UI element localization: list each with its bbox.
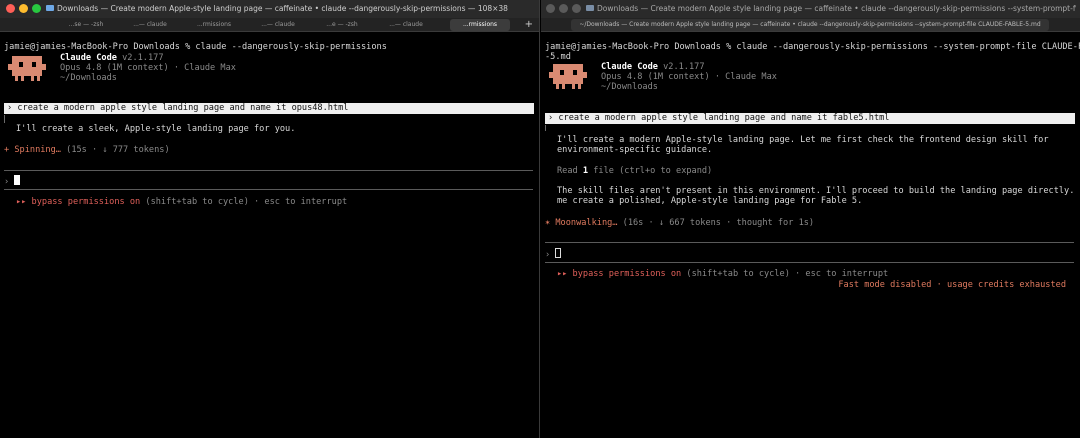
zoom-button[interactable] (572, 4, 581, 13)
tab[interactable]: ...rmissions (182, 19, 246, 31)
mode-label: bypass permissions on (31, 197, 141, 207)
window-title: Downloads — Create modern Apple-style la… (46, 4, 536, 13)
input-divider-bottom (545, 262, 1074, 263)
terminal-window-left[interactable]: Downloads — Create modern Apple-style la… (0, 0, 540, 438)
window-title-text: Downloads — Create modern Apple-style la… (57, 4, 508, 13)
app-version: v2.1.177 (122, 53, 164, 63)
prompt-bar (4, 115, 5, 123)
app-name: Claude Code (601, 62, 658, 72)
cwd-line: ~/Downloads (60, 73, 117, 83)
minimize-button[interactable] (19, 4, 28, 13)
tab[interactable]: ...e — -zsh (310, 19, 374, 31)
input-divider-top (4, 170, 533, 171)
mode-line: ▸▸ bypass permissions on (shift+tab to c… (16, 197, 347, 207)
window-title-text: Downloads — Create modern Apple style la… (597, 4, 1076, 13)
assistant-response: I'll create a sleek, Apple-style landing… (16, 124, 296, 134)
tool-read-line[interactable]: Read 1 file (ctrl+o to expand) (557, 166, 712, 176)
mode-hint: (shift+tab to cycle) · esc to interrupt (145, 197, 348, 207)
minimize-button[interactable] (559, 4, 568, 13)
user-prompt: › create a modern apple style landing pa… (545, 113, 1075, 124)
spinner-icon: + (4, 145, 10, 155)
new-tab-icon[interactable]: + (525, 18, 533, 31)
cwd-line: ~/Downloads (601, 82, 658, 92)
tab-active[interactable]: ...rmissions (450, 19, 510, 31)
status-meta: (15s · ↓ 777 tokens) (66, 145, 170, 155)
close-button[interactable] (6, 4, 15, 13)
read-prefix: Read (557, 166, 583, 176)
assistant-response-2a: The skill files aren't present in this e… (557, 186, 1080, 196)
bypass-mode-icon: ▸▸ (557, 269, 568, 279)
tab-bar: ~/Downloads — Create modern Apple style … (541, 18, 1080, 32)
model-line: Opus 4.8 (1M context) · Claude Max (601, 72, 777, 82)
command-line: jamie@jamies-MacBook-Pro Downloads % cla… (545, 42, 1080, 52)
status-line: ✶ Moonwalking… (16s · ↓ 667 tokens · tho… (545, 218, 814, 228)
app-header: Claude Code v2.1.177 (601, 62, 705, 72)
assistant-response-1b: environment-specific guidance. (557, 145, 713, 155)
mode-line: ▸▸ bypass permissions on (shift+tab to c… (557, 269, 888, 279)
window-title: Downloads — Create modern Apple style la… (586, 4, 1076, 13)
title-bar[interactable]: Downloads — Create modern Apple-style la… (0, 0, 539, 18)
title-bar[interactable]: Downloads — Create modern Apple style la… (541, 0, 1080, 18)
text-cursor (14, 175, 21, 185)
command-line-wrap: -5.md (545, 52, 571, 62)
command-line: jamie@jamies-MacBook-Pro Downloads % cla… (4, 42, 387, 52)
app-name: Claude Code (60, 53, 117, 63)
claude-mascot-icon (8, 54, 46, 82)
input-divider-bottom (4, 189, 533, 190)
prompt-chevron-icon: › (4, 177, 10, 187)
user-prompt: › create a modern apple style landing pa… (4, 103, 534, 114)
terminal-window-right[interactable]: Downloads — Create modern Apple style la… (541, 0, 1080, 438)
usage-notice: Fast mode disabled · usage credits exhau… (838, 280, 1066, 290)
status-word: Spinning… (14, 145, 61, 155)
tab[interactable]: ...— claude (246, 19, 310, 31)
folder-icon (46, 5, 54, 11)
input-field[interactable]: › (4, 175, 21, 187)
input-field[interactable]: › (545, 248, 562, 260)
status-word: Moonwalking… (555, 218, 618, 228)
model-line: Opus 4.8 (1M context) · Claude Max (60, 63, 236, 73)
read-suffix: file (ctrl+o to expand) (588, 166, 713, 176)
input-divider-top (545, 242, 1074, 243)
tab-active[interactable]: ~/Downloads — Create modern Apple style … (571, 19, 1049, 31)
mode-hint: (shift+tab to cycle) · esc to interrupt (686, 269, 889, 279)
app-version: v2.1.177 (663, 62, 705, 72)
assistant-response-2b: me create a polished, Apple-style landin… (557, 196, 863, 206)
zoom-button[interactable] (32, 4, 41, 13)
mode-label: bypass permissions on (572, 269, 682, 279)
prompt-chevron-icon: › (545, 250, 551, 260)
spinner-icon: ✶ (545, 218, 551, 228)
tab-bar: ...se — -zsh ...— claude ...rmissions ..… (0, 18, 539, 32)
status-line: + Spinning… (15s · ↓ 777 tokens) (4, 145, 170, 155)
folder-icon (586, 5, 594, 11)
prompt-bar (545, 125, 546, 131)
tab[interactable]: ...se — -zsh (54, 19, 118, 31)
assistant-response-1a: I'll create a modern Apple-style landing… (557, 135, 1049, 145)
app-header: Claude Code v2.1.177 (60, 53, 164, 63)
claude-mascot-icon (549, 62, 587, 90)
close-button[interactable] (546, 4, 555, 13)
bypass-mode-icon: ▸▸ (16, 197, 27, 207)
tab[interactable]: ...— claude (118, 19, 182, 31)
tab[interactable]: ...— claude (374, 19, 438, 31)
status-meta: (16s · ↓ 667 tokens · thought for 1s) (622, 218, 815, 228)
text-cursor (555, 248, 562, 258)
